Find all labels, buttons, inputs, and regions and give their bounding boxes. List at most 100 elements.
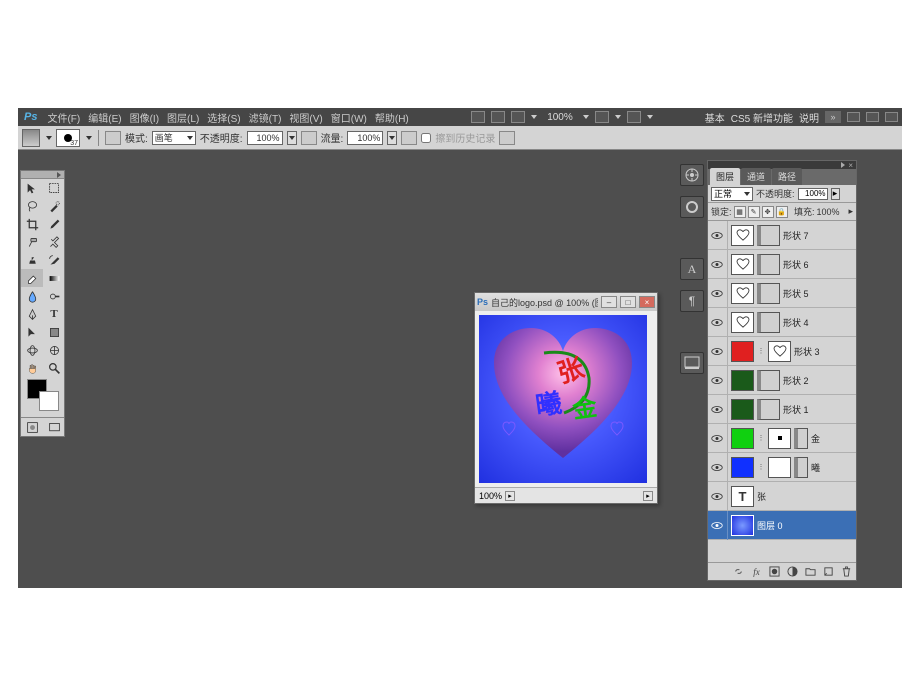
layer-name[interactable]: 形状 1 — [783, 403, 809, 416]
visibility-toggle[interactable] — [710, 460, 724, 474]
history-checkbox[interactable] — [421, 133, 431, 143]
layer-name[interactable]: 形状 5 — [783, 287, 809, 300]
tab-channels[interactable]: 通道 — [741, 168, 771, 185]
toolbox-collapse[interactable] — [21, 171, 64, 179]
doc-info-dropdown-icon[interactable]: ▸ — [505, 491, 515, 501]
background-color[interactable] — [39, 391, 59, 411]
doc-maximize-button[interactable]: □ — [620, 296, 636, 308]
visibility-toggle[interactable] — [710, 489, 724, 503]
layer-row[interactable]: 形状 5 — [708, 279, 856, 308]
lock-position-icon[interactable]: ✥ — [762, 206, 774, 218]
workspace-cs5new[interactable]: CS5 新增功能 — [731, 110, 793, 125]
visibility-toggle[interactable] — [710, 373, 724, 387]
layer-opacity-dropdown-icon[interactable]: ▸ — [831, 188, 840, 200]
layer-name[interactable]: 曦 — [811, 461, 820, 474]
layer-thumb[interactable] — [731, 312, 754, 333]
doc-close-button[interactable]: × — [639, 296, 655, 308]
lock-transparent-icon[interactable]: ▦ — [734, 206, 746, 218]
character-panel-icon[interactable]: A — [680, 258, 704, 280]
layer-name[interactable]: 图层 0 — [757, 519, 783, 532]
workspace-essentials[interactable]: 基本 — [705, 110, 725, 125]
layer-row[interactable]: 形状 2 — [708, 366, 856, 395]
vector-mask-thumb[interactable] — [794, 457, 808, 478]
layer-row[interactable]: T 张 — [708, 482, 856, 511]
clone-stamp-tool[interactable] — [21, 251, 43, 269]
lock-pixels-icon[interactable]: ✎ — [748, 206, 760, 218]
adjustment-layer-icon[interactable] — [786, 565, 799, 578]
vector-mask-thumb[interactable] — [757, 225, 780, 246]
arrange-dropdown-icon[interactable] — [615, 115, 621, 119]
healing-brush-tool[interactable] — [21, 233, 43, 251]
navigator-panel-icon[interactable] — [680, 352, 704, 374]
screen-mode-dropdown-icon[interactable] — [647, 115, 653, 119]
workspace-more-icon[interactable]: » — [825, 111, 841, 123]
layer-thumb[interactable] — [731, 428, 754, 449]
color-panel-icon[interactable] — [680, 164, 704, 186]
layer-row[interactable]: 图层 0 — [708, 511, 856, 540]
layer-thumb[interactable] — [731, 283, 754, 304]
marquee-tool[interactable] — [43, 179, 65, 197]
link-layers-icon[interactable] — [732, 565, 745, 578]
type-tool[interactable]: T — [43, 305, 65, 323]
menu-window[interactable]: 窗口(W) — [327, 110, 371, 125]
vector-mask-thumb[interactable] — [757, 370, 780, 391]
layer-fill-input[interactable]: 100% — [816, 207, 846, 217]
layer-row[interactable]: 形状 4 — [708, 308, 856, 337]
eyedropper-tool[interactable] — [43, 215, 65, 233]
vector-mask-thumb[interactable] — [757, 254, 780, 275]
layer-name[interactable]: 形状 6 — [783, 258, 809, 271]
layer-style-icon[interactable]: fx — [750, 565, 763, 578]
visibility-toggle[interactable] — [710, 228, 724, 242]
lock-all-icon[interactable]: 🔒 — [776, 206, 788, 218]
document-canvas[interactable]: 张 曦 金 — [479, 315, 647, 483]
tool-preset-dropdown-icon[interactable] — [46, 136, 52, 140]
menu-image[interactable]: 图像(I) — [126, 110, 163, 125]
view-extras-dropdown-icon[interactable] — [531, 115, 537, 119]
vector-mask-thumb[interactable] — [794, 428, 808, 449]
menu-file[interactable]: 文件(F) — [43, 110, 84, 125]
new-group-icon[interactable] — [804, 565, 817, 578]
blend-mode-select[interactable]: 画笔 — [152, 131, 196, 145]
vector-mask-thumb[interactable] — [757, 312, 780, 333]
vector-mask-thumb[interactable] — [757, 283, 780, 304]
tab-paths[interactable]: 路径 — [772, 168, 802, 185]
launch-bridge-icon[interactable] — [471, 111, 485, 123]
screen-mode-icon[interactable] — [627, 111, 641, 123]
doc-minimize-button[interactable]: – — [601, 296, 617, 308]
window-minimize-button[interactable] — [847, 112, 860, 122]
menu-help[interactable]: 帮助(H) — [371, 110, 413, 125]
layer-blend-mode-select[interactable]: 正常 — [711, 187, 753, 201]
layer-mask-thumb[interactable] — [768, 457, 791, 478]
opacity-input[interactable]: 100% — [247, 131, 283, 145]
zoom-level[interactable]: 100% — [543, 112, 577, 123]
shape-tool[interactable] — [43, 323, 65, 341]
quick-select-tool[interactable] — [43, 197, 65, 215]
brush-preview[interactable]: 37 — [56, 129, 80, 147]
layer-name[interactable]: 形状 4 — [783, 316, 809, 329]
workspace-design[interactable]: 说明 — [799, 110, 819, 125]
layer-row[interactable]: ⋮ 金 — [708, 424, 856, 453]
brush-picker-dropdown-icon[interactable] — [86, 136, 92, 140]
layer-name[interactable]: 形状 7 — [783, 229, 809, 242]
view-extras-icon[interactable] — [511, 111, 525, 123]
blur-tool[interactable] — [21, 287, 43, 305]
window-restore-button[interactable] — [866, 112, 879, 122]
lasso-tool[interactable] — [21, 197, 43, 215]
airbrush-icon[interactable] — [401, 131, 417, 145]
hand-tool[interactable] — [21, 359, 43, 377]
document-titlebar[interactable]: Ps 自己的logo.psd @ 100% (图... – □ × — [475, 293, 657, 311]
dodge-tool[interactable] — [43, 287, 65, 305]
layer-thumb[interactable] — [731, 254, 754, 275]
menu-layer[interactable]: 图层(L) — [163, 110, 203, 125]
screen-mode-toggle-icon[interactable] — [43, 418, 65, 436]
3d-rotate-tool[interactable] — [21, 341, 43, 359]
zoom-tool[interactable] — [43, 359, 65, 377]
flow-dropdown-icon[interactable] — [387, 131, 397, 145]
panel-collapse-icon[interactable] — [841, 162, 845, 168]
mini-bridge-icon[interactable] — [491, 111, 505, 123]
layer-row[interactable]: 形状 7 — [708, 221, 856, 250]
layer-name[interactable]: 形状 3 — [794, 345, 820, 358]
pen-tool[interactable] — [21, 305, 43, 323]
3d-orbit-tool[interactable] — [43, 341, 65, 359]
brush-tool[interactable] — [43, 233, 65, 251]
